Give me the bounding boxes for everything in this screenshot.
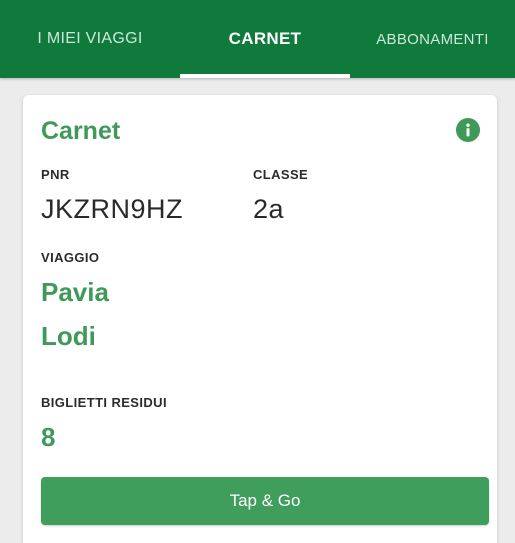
remaining-tickets-value: 8 xyxy=(41,422,56,452)
card-title: Carnet xyxy=(41,117,121,145)
pnr-label: PNR xyxy=(41,167,70,182)
trip-origin: Pavia xyxy=(41,277,109,307)
class-label: CLASSE xyxy=(253,167,309,182)
trip-destination: Lodi xyxy=(41,321,96,351)
info-glyph xyxy=(466,123,470,137)
tab-abbonamenti[interactable]: ABBONAMENTI xyxy=(350,0,515,78)
tap-and-go-button[interactable]: Tap & Go xyxy=(41,477,489,525)
carnet-card: Carnet PNR JKZRN9HZ CLASSE 2a VIAGGIO Pa… xyxy=(23,95,497,543)
remaining-tickets-label: BIGLIETTI RESIDUI xyxy=(41,395,167,410)
tab-carnet[interactable]: CARNET xyxy=(180,0,350,78)
pnr-value: JKZRN9HZ xyxy=(41,194,184,224)
tab-selected-indicator xyxy=(180,74,350,78)
class-value: 2a xyxy=(253,194,285,224)
tab-bar: I MIEI VIAGGI CARNET ABBONAMENTI xyxy=(0,0,515,78)
trip-label: VIAGGIO xyxy=(41,250,100,265)
tab-i-miei-viaggi[interactable]: I MIEI VIAGGI xyxy=(0,0,180,78)
info-icon[interactable] xyxy=(456,118,480,142)
